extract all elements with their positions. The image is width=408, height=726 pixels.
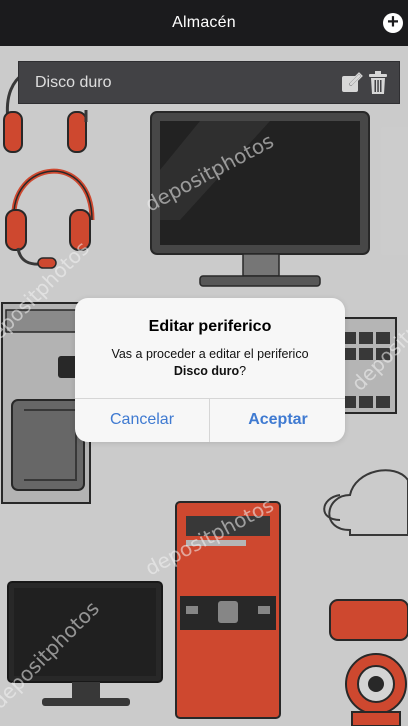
dialog-title: Editar periferico [148,318,272,335]
page-title: Almacén [172,14,236,31]
dialog-message: Vas a proceder a editar el periferico Di… [85,346,335,380]
dialog-buttons: Cancelar Aceptar [75,398,345,442]
accept-button[interactable]: Aceptar [211,399,345,442]
plus-circle-icon: + [387,11,399,33]
top-bar: Almacén + [0,0,408,46]
dialog-item-name: Disco duro [173,364,240,378]
cancel-button[interactable]: Cancelar [75,399,210,442]
edit-confirm-dialog: Editar periferico Vas a proceder a edita… [75,298,345,442]
add-button[interactable]: + [383,11,403,33]
dialog-message-suffix: ? [239,364,247,378]
dialog-message-text: Vas a proceder a editar el periferico [111,347,309,361]
